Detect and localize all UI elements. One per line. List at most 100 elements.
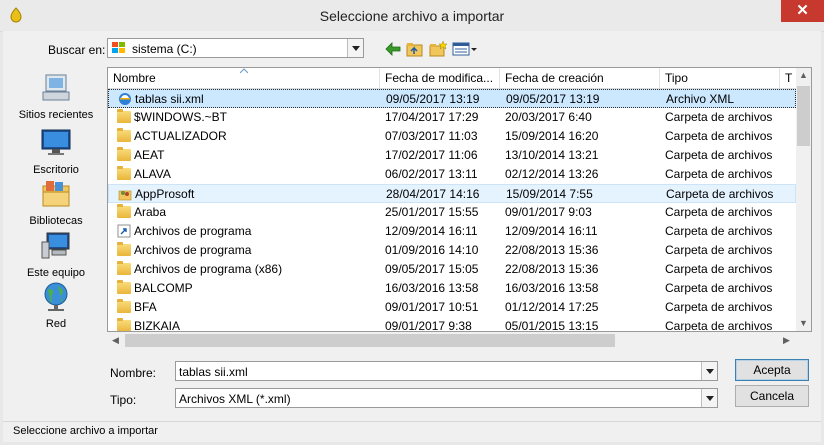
file-created: 13/10/2014 13:21: [505, 148, 599, 162]
view-menu-icon[interactable]: [452, 40, 478, 58]
file-created: 15/09/2014 16:20: [505, 129, 599, 143]
file-type: Carpeta de archivos: [665, 129, 773, 143]
file-modified: 06/02/2017 13:11: [385, 167, 478, 181]
column-name[interactable]: Nombre: [108, 68, 380, 88]
vertical-scroll-thumb[interactable]: [797, 86, 810, 146]
filetype-label: Tipo:: [110, 393, 137, 407]
file-created: 09/05/2017 13:19: [506, 92, 600, 106]
column-modified[interactable]: Fecha de modifica...: [380, 68, 500, 88]
lookin-label: Buscar en:: [48, 43, 106, 57]
folder-icon: [117, 204, 131, 218]
file-modified: 09/05/2017 13:19: [386, 92, 480, 106]
folder-icon: [117, 166, 131, 180]
file-row[interactable]: AppProsoft 28/04/2017 14:16 15/09/2014 7:5…: [108, 184, 796, 203]
file-modified: 17/02/2017 11:06: [385, 148, 478, 162]
file-created: 22/08/2013 15:36: [505, 243, 599, 257]
file-modified: 09/01/2017 9:38: [385, 319, 472, 332]
folder-icon: [117, 261, 131, 275]
network-icon: [44, 282, 68, 311]
file-type: Carpeta de archivos: [665, 110, 773, 124]
column-type[interactable]: Tipo: [660, 68, 780, 88]
file-name: Archivos de programa: [134, 224, 252, 238]
place-recent[interactable]: Sitios recientes: [8, 72, 104, 121]
place-network-label: Red: [45, 318, 67, 330]
folder-icon: [117, 299, 131, 313]
place-computer[interactable]: Este equipo: [8, 230, 104, 279]
up-folder-icon[interactable]: [405, 40, 425, 58]
filetype-combo[interactable]: Archivos XML (*.xml): [175, 388, 718, 408]
status-bar: Seleccione archivo a importar: [3, 421, 821, 442]
file-row[interactable]: Archivos de programa 01/09/2016 14:10 22/0…: [108, 241, 796, 260]
scroll-up-icon[interactable]: ▲: [796, 68, 811, 83]
status-text: Seleccione archivo a importar: [13, 425, 158, 437]
back-arrow-icon[interactable]: [383, 40, 403, 58]
scroll-left-icon[interactable]: ◀: [108, 333, 123, 348]
close-button[interactable]: ✕: [781, 0, 824, 22]
file-row[interactable]: Araba 25/01/2017 15:55 09/01/2017 9:03 Carp…: [108, 203, 796, 222]
file-type: Carpeta de archivos: [665, 205, 773, 219]
filetype-value: Archivos XML (*.xml): [179, 392, 291, 406]
vertical-scrollbar[interactable]: ▲ ▼: [796, 68, 811, 331]
file-created: 02/12/2014 13:26: [505, 167, 599, 181]
file-type: Carpeta de archivos: [665, 262, 773, 276]
column-size[interactable]: T: [780, 68, 796, 88]
place-desktop-label: Escritorio: [33, 164, 79, 176]
file-modified: 09/01/2017 10:51: [385, 300, 479, 314]
file-row[interactable]: ALAVA 06/02/2017 13:11 02/12/2014 13:26 Car…: [108, 165, 796, 184]
file-type: Carpeta de archivos: [665, 281, 773, 295]
folder-icon: [117, 109, 131, 123]
desktop-icon: [41, 129, 71, 155]
file-row[interactable]: BALCOMP 16/03/2016 13:58 16/03/2016 13:58 C…: [108, 279, 796, 298]
place-network[interactable]: Red: [8, 281, 104, 330]
new-folder-icon[interactable]: [428, 40, 448, 58]
file-name: Archivos de programa (x86): [134, 262, 283, 276]
filename-value: tablas sii.xml: [179, 365, 248, 379]
filetype-dropdown-button[interactable]: [701, 389, 717, 407]
filename-combo[interactable]: tablas sii.xml: [175, 361, 718, 381]
file-created: 20/03/2017 6:40: [505, 110, 592, 124]
user-folder-icon: [118, 187, 132, 201]
file-row[interactable]: Archivos de programa (x86) 09/05/2017 15:…: [108, 260, 796, 279]
file-name: $WINDOWS.~BT: [134, 110, 228, 124]
place-computer-label: Este equipo: [26, 267, 86, 279]
scroll-down-icon[interactable]: ▼: [796, 316, 811, 331]
file-row[interactable]: tablas sii.xml 09/05/2017 13:19 09/05/2017…: [108, 89, 796, 108]
place-libraries[interactable]: Bibliotecas: [8, 178, 104, 227]
filename-dropdown-button[interactable]: [701, 362, 717, 380]
file-created: 12/09/2014 16:11: [505, 224, 598, 238]
file-modified: 25/01/2017 15:55: [385, 205, 479, 219]
lookin-value: sistema (C:): [132, 42, 197, 56]
column-created[interactable]: Fecha de creación: [500, 68, 660, 88]
file-name: tablas sii.xml: [135, 92, 204, 106]
place-desktop[interactable]: Escritorio: [8, 127, 104, 176]
folder-icon: [117, 147, 131, 161]
shortcut-icon: [117, 224, 131, 238]
file-row[interactable]: Archivos de programa 12/09/2014 16:11 12/0…: [108, 222, 796, 241]
scroll-right-icon[interactable]: ▶: [779, 333, 794, 348]
file-row[interactable]: AEAT 17/02/2017 11:06 13/10/2014 13:21 Carp…: [108, 146, 796, 165]
lookin-dropdown-button[interactable]: [347, 39, 363, 57]
file-name: AppProsoft: [135, 187, 195, 201]
folder-icon: [117, 318, 131, 331]
file-row[interactable]: BIZKAIA 09/01/2017 9:38 05/01/2015 13:15 Ca…: [108, 317, 796, 332]
window-title: Seleccione archivo a importar: [319, 8, 505, 24]
file-type: Archivo XML: [666, 92, 735, 106]
file-name: BFA: [134, 300, 157, 314]
file-modified: 28/04/2017 14:16: [386, 187, 480, 201]
lookin-combo[interactable]: sistema (C:): [107, 38, 364, 58]
horizontal-scrollbar[interactable]: ◀ ▶: [108, 332, 796, 349]
file-name: Archivos de programa: [134, 243, 252, 257]
horizontal-scroll-thumb[interactable]: [125, 334, 615, 347]
file-modified: 12/09/2014 16:11: [385, 224, 478, 238]
recent-places-icon: [42, 74, 70, 101]
file-row[interactable]: ACTUALIZADOR 07/03/2017 11:03 15/09/2014 1…: [108, 127, 796, 146]
place-libraries-label: Bibliotecas: [29, 215, 83, 227]
file-name: ACTUALIZADOR: [134, 129, 227, 143]
cancel-button[interactable]: Cancela: [735, 385, 809, 407]
file-row[interactable]: BFA 09/01/2017 10:51 01/12/2014 17:25 Carpe…: [108, 298, 796, 317]
file-row[interactable]: $WINDOWS.~BT 17/04/2017 17:29 20/03/2017 6…: [108, 108, 796, 127]
file-created: 01/12/2014 17:25: [505, 300, 599, 314]
file-list[interactable]: Nombre Fecha de modifica... Fecha de cre…: [107, 67, 812, 332]
accept-button[interactable]: Acepta: [735, 359, 809, 381]
file-name: BALCOMP: [134, 281, 193, 295]
